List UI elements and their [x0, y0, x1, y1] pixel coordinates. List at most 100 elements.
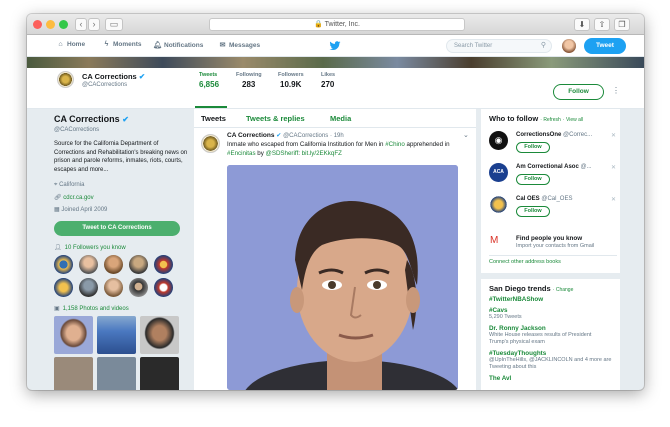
right-sidebar: Who to follow · Refresh · View all ◉ Cor… — [481, 109, 620, 390]
trend-item[interactable]: Dr. Ronny Jackson White House releases r… — [489, 325, 612, 346]
stat-active-underline — [195, 106, 227, 108]
tabs-button[interactable]: ❐ — [614, 18, 630, 31]
stat-followers[interactable]: Followers 10.9K — [278, 72, 304, 89]
tab-media[interactable]: Media — [330, 114, 351, 123]
user-avatar[interactable] — [562, 39, 576, 53]
profile-avatar[interactable] — [57, 71, 74, 88]
suggestion-name[interactable]: Am Correctional Asoc — [516, 164, 579, 170]
timeline-tabs: Tweets Tweets & replies Media — [194, 109, 476, 128]
tweet-author-handle[interactable]: @CACorrections — [283, 133, 328, 139]
follow-suggestion-button[interactable]: Follow — [516, 174, 550, 185]
media-thumbnail[interactable] — [54, 316, 93, 354]
find-people-link[interactable]: Find people you know — [516, 235, 582, 242]
timeline: Tweets Tweets & replies Media CA Correct… — [194, 109, 476, 390]
follower-avatar[interactable] — [129, 278, 148, 297]
trend-item[interactable]: #TwitterNBAShow — [489, 296, 612, 303]
followers-you-know-grid — [54, 255, 188, 297]
photos-videos-link[interactable]: ▣ 1,158 Photos and videos — [54, 305, 188, 312]
verified-badge-icon: ✔ — [122, 115, 129, 124]
search-input[interactable]: Search Twitter ⚲ — [446, 39, 552, 53]
follower-avatar[interactable] — [54, 278, 73, 297]
share-button[interactable]: ⇧ — [594, 18, 610, 31]
tweet-author-avatar[interactable] — [201, 134, 220, 153]
follower-avatar[interactable] — [154, 278, 173, 297]
twitter-nav: ⌂ Home ϟ Moments 🔔︎ Notifications ✉ Messages… — [27, 35, 644, 57]
media-thumbnail[interactable] — [54, 357, 93, 390]
followers-you-know-link[interactable]: 👤︎ 10 Followers you know — [54, 244, 188, 251]
follow-suggestion-button[interactable]: Follow — [516, 206, 550, 217]
lightning-icon: ϟ — [104, 41, 109, 48]
nav-messages[interactable]: ✉ Messages — [218, 41, 261, 49]
zoom-window-button[interactable] — [59, 20, 68, 29]
media-thumbnail[interactable] — [97, 316, 136, 354]
stat-likes[interactable]: Likes 270 — [321, 72, 335, 89]
search-placeholder: Search Twitter — [454, 43, 493, 49]
who-to-follow-heading: Who to follow · Refresh · View all — [489, 114, 584, 123]
downloads-button[interactable]: ⬇ — [574, 18, 590, 31]
follower-avatar[interactable] — [104, 255, 123, 274]
follow-suggestion-button[interactable]: Follow — [516, 142, 550, 153]
tweet-photo[interactable] — [227, 165, 458, 390]
lock-icon: 🔒 — [314, 21, 323, 28]
change-trends-link[interactable]: Change — [556, 287, 574, 293]
tweet-to-button[interactable]: Tweet to CA Corrections — [54, 221, 180, 236]
minimize-window-button[interactable] — [46, 20, 55, 29]
media-thumbnail[interactable] — [97, 357, 136, 390]
more-options-icon[interactable]: ⋮ — [612, 86, 620, 95]
view-all-link[interactable]: View all — [566, 117, 583, 123]
profile-name[interactable]: CA Corrections ✔ — [54, 114, 188, 124]
nav-notifications[interactable]: 🔔︎ Notifications — [153, 41, 203, 49]
sidebar-toggle-button[interactable]: ▭ — [105, 18, 123, 31]
suggestion-name[interactable]: CorrectionsOne — [516, 132, 561, 138]
media-thumbnail[interactable] — [140, 357, 179, 390]
tab-tweets[interactable]: Tweets — [201, 114, 226, 123]
trend-item[interactable]: #TuesdayThoughts @UpInTheHills, @JACKLIN… — [489, 350, 612, 371]
mention-link[interactable]: @SDSheriff — [266, 150, 299, 157]
profile-joined: ▦ Joined April 2009 — [54, 207, 108, 213]
follower-avatar[interactable] — [154, 255, 173, 274]
close-window-button[interactable] — [33, 20, 42, 29]
photos-grid — [54, 316, 188, 390]
profile-name-compact[interactable]: CA Corrections ✔ — [82, 72, 145, 81]
trend-item[interactable]: The Avl — [489, 375, 612, 382]
verified-badge-icon: ✔ — [138, 72, 146, 81]
suggestion-avatar[interactable]: ◉ — [489, 131, 508, 150]
back-button[interactable]: ‹ — [75, 18, 87, 31]
follower-avatar[interactable] — [79, 255, 98, 274]
hashtag-link[interactable]: #Chino — [385, 141, 405, 148]
image-icon: ▣ — [54, 306, 60, 312]
follow-button[interactable]: Follow — [553, 84, 604, 100]
follower-avatar[interactable] — [79, 278, 98, 297]
follower-avatar[interactable] — [104, 278, 123, 297]
connect-address-books-link[interactable]: Connect other address books — [489, 259, 561, 265]
follower-avatar[interactable] — [54, 255, 73, 274]
nav-home[interactable]: ⌂ Home — [56, 41, 85, 48]
trend-item[interactable]: #Cavs 5,290 Tweets — [489, 307, 612, 321]
forward-button[interactable]: › — [88, 18, 100, 31]
calendar-icon: ▦ — [54, 207, 60, 213]
tweet-menu-chevron-icon[interactable]: ⌄ — [463, 131, 469, 139]
suggestion-name[interactable]: Cal OES — [516, 196, 540, 202]
tweet-button[interactable]: Tweet — [584, 38, 626, 54]
follower-avatar[interactable] — [129, 255, 148, 274]
suggestion-avatar[interactable]: ACA — [489, 163, 508, 182]
profile-website[interactable]: 🔗︎ cdcr.ca.gov — [54, 194, 188, 201]
dismiss-icon[interactable]: ✕ — [611, 196, 616, 203]
url-link[interactable]: bit.ly/2EKkqFZ — [302, 150, 342, 157]
suggestion-avatar[interactable] — [489, 195, 508, 214]
twitter-bird-icon[interactable] — [329, 39, 341, 51]
stat-following[interactable]: Following 283 — [236, 72, 262, 89]
hashtag-link[interactable]: #Encinitas — [227, 150, 256, 157]
dismiss-icon[interactable]: ✕ — [611, 164, 616, 171]
address-bar[interactable]: 🔒 Twitter, Inc. — [209, 18, 465, 31]
media-thumbnail[interactable] — [140, 316, 179, 354]
tab-tweets-replies[interactable]: Tweets & replies — [246, 114, 305, 123]
dismiss-icon[interactable]: ✕ — [611, 132, 616, 139]
website-link[interactable]: cdcr.ca.gov — [63, 195, 93, 201]
stat-tweets[interactable]: Tweets 6,856 — [199, 72, 219, 89]
tweet-timestamp[interactable]: 19h — [334, 133, 344, 139]
nav-moments[interactable]: ϟ Moments — [102, 41, 142, 48]
refresh-link[interactable]: Refresh — [543, 117, 561, 123]
tweet-author-name[interactable]: CA Corrections — [227, 132, 274, 139]
home-icon: ⌂ — [58, 41, 63, 48]
